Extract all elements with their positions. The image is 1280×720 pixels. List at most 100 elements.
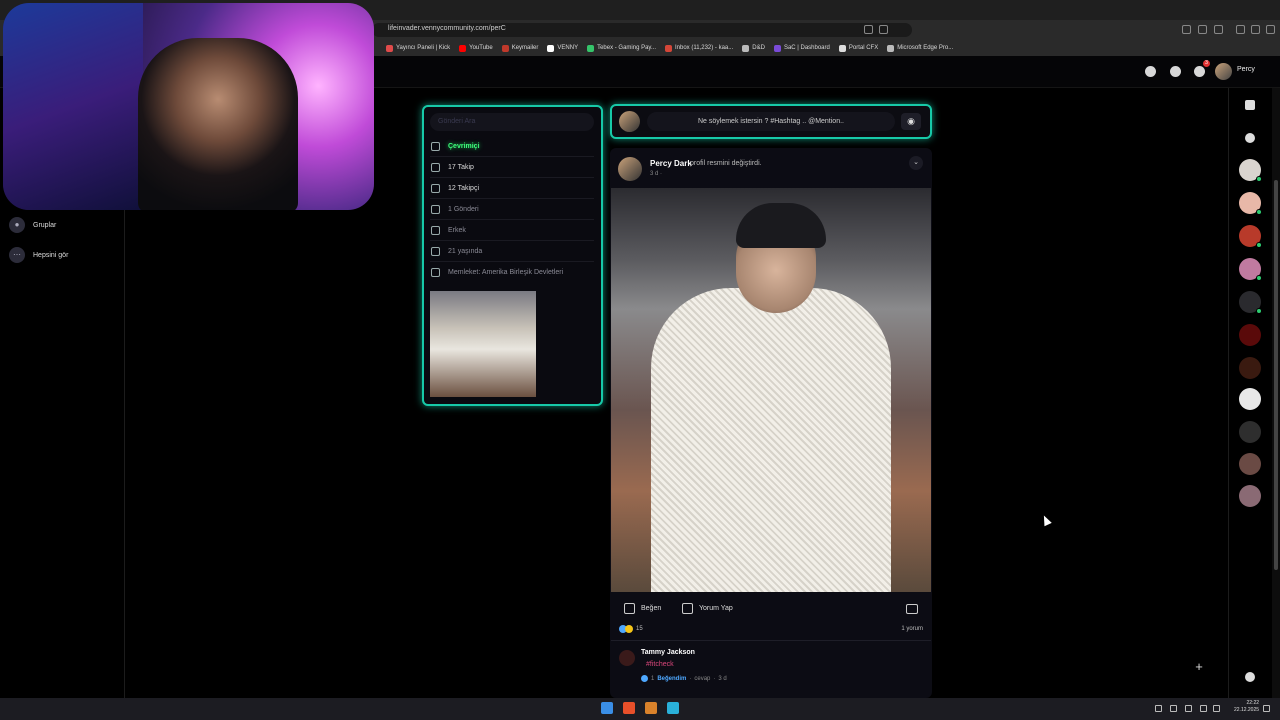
bookmark-icon [887,44,895,52]
bell-icon[interactable] [1194,66,1205,77]
share-page-icon[interactable] [879,25,888,34]
bookmark-icon [773,44,781,52]
followers-row[interactable]: 12 Takipçi [430,178,594,199]
bookmark-item[interactable]: SaC | Dashboard [773,44,830,52]
comment-liked-button[interactable]: Beğendim [657,676,686,682]
notepad-icon[interactable] [667,702,679,714]
comment-button[interactable]: Yorum Yap [682,603,733,614]
mouse-cursor [1040,513,1052,527]
collections-icon[interactable] [1214,25,1223,34]
url-field[interactable]: lifeinvader.vennycommunity.com/perC [372,23,912,37]
contact-avatar[interactable] [1239,159,1262,182]
app-icon[interactable] [645,702,657,714]
notifications-icon[interactable] [1263,705,1270,712]
profile-photo[interactable] [430,291,536,397]
like-reaction-icon [641,675,648,682]
bookmark-label: YouTube [469,45,493,51]
extensions-icon[interactable] [1198,25,1207,34]
document-icon [431,204,440,214]
chevron-down-icon[interactable]: ⌄ [909,156,923,170]
comment-count[interactable]: 1 yorum [870,626,923,632]
user-name[interactable]: Percy [1237,66,1255,73]
menu-icon[interactable] [1266,25,1275,34]
bookmarks-bar: Yayıncı Paneli | Kick YouTube Keymailer VEN… [372,40,1280,56]
messages-icon[interactable] [1170,66,1181,77]
contact-avatar[interactable] [1239,485,1261,507]
comment-author[interactable]: Tammy Jackson [641,649,695,656]
nav-item-groups[interactable]: ● Gruplar [9,217,56,233]
following-row[interactable]: 17 Takip [430,157,594,178]
streamer-figure [138,38,298,210]
bookmark-item[interactable]: Portal CFX [838,44,879,52]
comment-reply-button[interactable]: cevap [694,676,710,682]
image-figure-body [651,288,891,592]
nav-item-see-all[interactable]: ⋯ Hepsini gör [9,247,68,263]
nav-item-label: Gruplar [33,221,57,229]
comment-avatar[interactable] [619,650,635,666]
post-image[interactable] [611,188,931,592]
search-user-icon[interactable] [1245,672,1255,682]
scrollbar-thumb[interactable] [1274,180,1278,570]
gender-row: Erkek [430,220,594,241]
share-icon[interactable] [906,604,918,614]
divider [611,640,931,641]
contact-avatar[interactable] [1239,421,1261,443]
smile-icon [431,225,440,235]
brave-browser-icon[interactable] [623,702,635,714]
network-icon[interactable] [1200,705,1207,712]
composer-input[interactable]: Ne söylemek istersin ? #Hashtag .. @Ment… [647,112,895,131]
bookmark-label: SaC | Dashboard [783,45,830,51]
bookmark-item[interactable]: Microsoft Edge Pro... [887,44,953,52]
add-icon[interactable]: + [1192,660,1206,674]
bookmark-item[interactable]: D&D [742,44,765,52]
gender-value: Erkek [448,226,466,234]
headset-icon[interactable] [1170,705,1177,712]
contact-avatar[interactable] [1239,258,1262,281]
post-author-avatar[interactable] [618,157,642,181]
online-status: Çevrimiçi [448,142,480,150]
volume-icon[interactable] [1213,705,1220,712]
webcam-overlay [3,3,374,210]
bookmark-item[interactable]: Keymailer [501,44,539,52]
chevron-up-icon[interactable] [1155,705,1162,712]
bookmark-label: Portal CFX [848,45,879,51]
bookmark-item[interactable]: YouTube [459,44,493,52]
camera-icon[interactable]: ◉ [901,113,921,130]
contact-avatar[interactable] [1239,291,1262,314]
user-avatar[interactable] [1215,63,1232,80]
contact-avatar[interactable] [1239,357,1261,379]
contact-avatar[interactable] [1239,388,1261,410]
reactions-summary[interactable]: 15 [619,625,643,633]
shield-icon[interactable] [1251,25,1260,34]
bookmark-icon [547,44,555,52]
bookmark-item[interactable]: Tebex - Gaming Pay... [587,44,656,52]
comment-icon [682,603,693,614]
post-author[interactable]: Percy Dark [650,159,692,168]
online-dot [1256,176,1262,182]
translate-icon[interactable] [1182,25,1191,34]
online-dot [1256,308,1262,314]
friends-icon[interactable] [1145,66,1156,77]
webcam-background [3,3,143,210]
bookmark-item[interactable]: VENNY [547,44,578,52]
microphone-icon[interactable] [1185,705,1192,712]
clock[interactable]: 22:22 22.12.2025 [1234,700,1259,714]
bookmark-label: Keymailer [511,45,539,51]
contact-avatar[interactable] [1239,453,1261,475]
comment-hashtag[interactable]: #fitcheck [646,661,674,668]
bookmark-item[interactable]: Inbox (11,232) - kaa... [665,44,733,52]
like-button[interactable]: Beğen [624,603,661,614]
extension-icon[interactable] [864,25,873,34]
reaction-count: 15 [636,626,643,632]
contact-avatar[interactable] [1239,192,1262,215]
contact-avatar[interactable] [1239,225,1262,248]
windows-start-icon[interactable] [601,702,613,714]
sidebar-toggle-icon[interactable] [1245,100,1255,110]
more-icon: ⋯ [9,247,25,263]
bookmark-item[interactable]: Yayıncı Paneli | Kick [386,44,450,52]
split-view-icon[interactable] [1236,25,1245,34]
post-search-input[interactable]: Gönderi Ara [430,113,594,131]
status-row: Çevrimiçi [430,136,594,157]
contact-avatar[interactable] [1239,324,1261,346]
add-friend-icon[interactable] [1245,133,1255,143]
